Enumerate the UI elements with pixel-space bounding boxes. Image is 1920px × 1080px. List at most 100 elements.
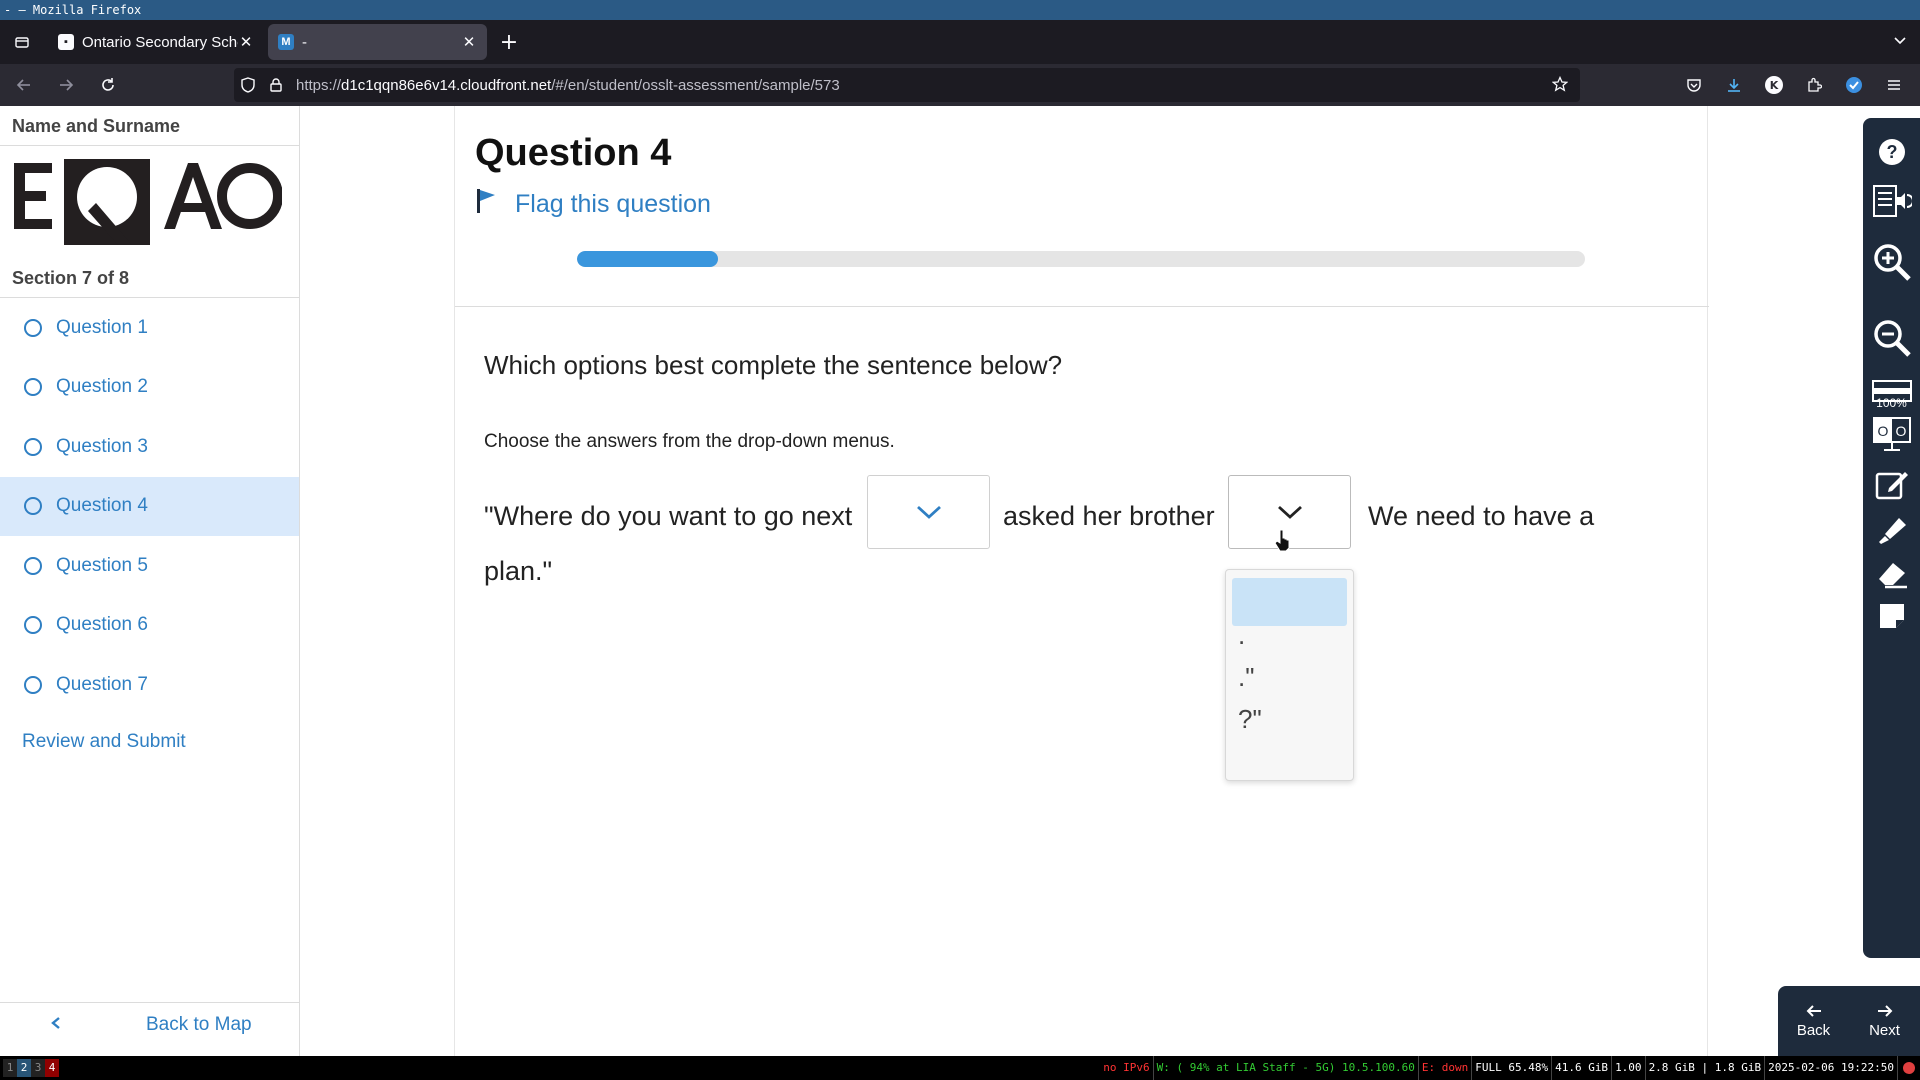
line-reader-icon[interactable]: [1863, 376, 1920, 406]
chevron-down-icon: [1277, 505, 1302, 519]
unanswered-circle-icon: [24, 497, 42, 516]
workspace-2[interactable]: 2: [17, 1059, 31, 1077]
back-arrow-icon[interactable]: [6, 67, 42, 103]
status-clock: 2025-02-06 19:22:50: [1765, 1056, 1898, 1080]
workspace-1[interactable]: 1: [3, 1059, 17, 1077]
flag-label: Flag this question: [515, 190, 711, 218]
next-button[interactable]: Next: [1849, 986, 1920, 1056]
sidebar-item-question-5[interactable]: Question 5: [0, 536, 299, 596]
mouse-pointer-hand-icon: [1274, 529, 1292, 555]
lock-icon[interactable]: [262, 78, 290, 92]
arrow-left-icon: [1805, 1003, 1823, 1022]
question-link-label: Question 5: [56, 554, 148, 576]
dropdown-option-question-quote[interactable]: ?": [1232, 704, 1347, 735]
extension-badge-icon[interactable]: [1836, 67, 1872, 103]
shield-icon[interactable]: [234, 77, 262, 93]
eqao-logo: [0, 146, 299, 258]
question-sidebar: Name and Surname Section 7 of 8 Question…: [0, 106, 300, 1056]
account-icon[interactable]: K: [1756, 67, 1792, 103]
extensions-icon[interactable]: [1796, 67, 1832, 103]
menu-hamburger-icon[interactable]: [1876, 67, 1912, 103]
question-link-label: Question 4: [56, 495, 148, 517]
url-host: d1c1qqn86e6v14.cloudfront.net: [341, 76, 552, 94]
status-disk: 41.6 GiB: [1552, 1056, 1613, 1080]
zoom-out-icon[interactable]: [1863, 316, 1920, 360]
question-link-label: Question 6: [56, 614, 148, 636]
question-link-label: Question 7: [56, 673, 148, 695]
tab-ontario[interactable]: ▪ Ontario Secondary School ✕: [48, 24, 264, 60]
list-all-tabs-icon[interactable]: [1892, 32, 1908, 52]
review-and-submit-link[interactable]: Review and Submit: [0, 731, 299, 753]
forward-arrow-icon[interactable]: [48, 67, 84, 103]
svg-text:?: ?: [1886, 142, 1897, 162]
tray-icon[interactable]: [1898, 1056, 1920, 1080]
next-label: Next: [1869, 1022, 1900, 1039]
dropdown-option-period[interactable]: .: [1232, 620, 1347, 651]
status-ethernet: E: down: [1419, 1056, 1473, 1080]
progress-bar-fill: [577, 251, 719, 267]
toolbar-right: K: [1672, 64, 1920, 106]
sidebar-item-question-7[interactable]: Question 7: [0, 655, 299, 715]
workspace-4[interactable]: 4: [45, 1059, 59, 1077]
sentence-part-2: asked her brother: [1003, 501, 1215, 531]
bookmark-star-icon[interactable]: [1551, 75, 1569, 96]
dropdown-option-period-quote[interactable]: .": [1232, 662, 1347, 693]
help-icon[interactable]: ?: [1863, 134, 1920, 170]
reload-icon[interactable]: [90, 67, 126, 103]
eqao-favicon-icon: ▪: [58, 34, 74, 50]
chevron-left-icon: [50, 1014, 70, 1036]
sentence-part-1: "Where do you want to go next: [484, 501, 853, 531]
svg-text:O: O: [1895, 423, 1906, 439]
flag-question-button[interactable]: Flag this question: [475, 188, 711, 221]
url-scheme: https://: [296, 76, 342, 94]
sentence-part-3: We need to have a: [1368, 501, 1595, 531]
question-list: Question 1 Question 2 Question 3 Questio…: [0, 298, 299, 715]
chevron-down-icon: [916, 505, 941, 519]
question-title: Question 4: [475, 132, 672, 174]
divider: [455, 306, 1709, 307]
notepad-icon[interactable]: [1863, 466, 1920, 504]
sidebar-item-question-3[interactable]: Question 3: [0, 417, 299, 477]
tab-list-icon[interactable]: [0, 20, 44, 64]
address-bar[interactable]: https://d1c1qqn86e6v14.cloudfront.net/#/…: [234, 68, 1580, 102]
eraser-icon[interactable]: [1863, 556, 1920, 592]
navigation-bar: https://d1c1qqn86e6v14.cloudfront.net/#/…: [0, 64, 1920, 106]
unanswered-circle-icon: [24, 675, 42, 694]
close-tab-icon[interactable]: ✕: [238, 33, 254, 51]
page-content: Name and Surname Section 7 of 8 Question…: [0, 106, 1920, 1056]
workspace-3[interactable]: 3: [31, 1059, 45, 1077]
sidebar-item-question-2[interactable]: Question 2: [0, 358, 299, 418]
sidebar-item-question-6[interactable]: Question 6: [0, 596, 299, 656]
highlighter-icon[interactable]: [1863, 512, 1920, 550]
back-label: Back: [1796, 1022, 1831, 1039]
unanswered-circle-icon: [24, 318, 42, 337]
url-text: https://d1c1qqn86e6v14.cloudfront.net/#/…: [296, 77, 840, 94]
close-tab-icon[interactable]: ✕: [461, 33, 477, 51]
sidebar-item-question-4[interactable]: Question 4: [0, 476, 299, 536]
back-to-map-button[interactable]: Back to Map: [0, 1002, 300, 1046]
blank-2-options-menu: . ." ?": [1225, 569, 1354, 781]
new-tab-icon[interactable]: +: [491, 24, 527, 60]
unanswered-circle-icon: [24, 556, 42, 575]
sidebar-item-question-1[interactable]: Question 1: [0, 298, 299, 358]
back-to-map-label: Back to Map: [146, 1013, 252, 1035]
m-favicon-icon: M: [278, 34, 294, 50]
dropdown-option-blank[interactable]: [1232, 578, 1347, 626]
system-status-bar: 1 2 3 4 no IPv6 W: ( 94% at LIA Staff - …: [0, 1056, 1920, 1080]
downloads-icon[interactable]: [1716, 67, 1752, 103]
pocket-icon[interactable]: [1676, 67, 1712, 103]
blank-1-dropdown[interactable]: [867, 475, 990, 549]
arrow-right-icon: [1876, 1003, 1894, 1022]
unanswered-circle-icon: [24, 378, 42, 397]
question-navigation: Back Next: [1778, 986, 1920, 1056]
color-contrast-icon[interactable]: OO: [1863, 414, 1920, 454]
question-link-label: Question 3: [56, 435, 148, 457]
tab-title: Ontario Secondary School: [82, 33, 238, 51]
zoom-in-icon[interactable]: [1863, 240, 1920, 284]
back-button[interactable]: Back: [1778, 986, 1849, 1056]
window-title: - — Mozilla Firefox: [0, 0, 1920, 20]
tab-current[interactable]: M - ✕: [268, 24, 487, 60]
tab-strip: ▪ Ontario Secondary School ✕ M - ✕ +: [0, 20, 1920, 64]
sticky-note-icon[interactable]: [1863, 598, 1920, 634]
text-to-speech-icon[interactable]: [1863, 180, 1920, 222]
